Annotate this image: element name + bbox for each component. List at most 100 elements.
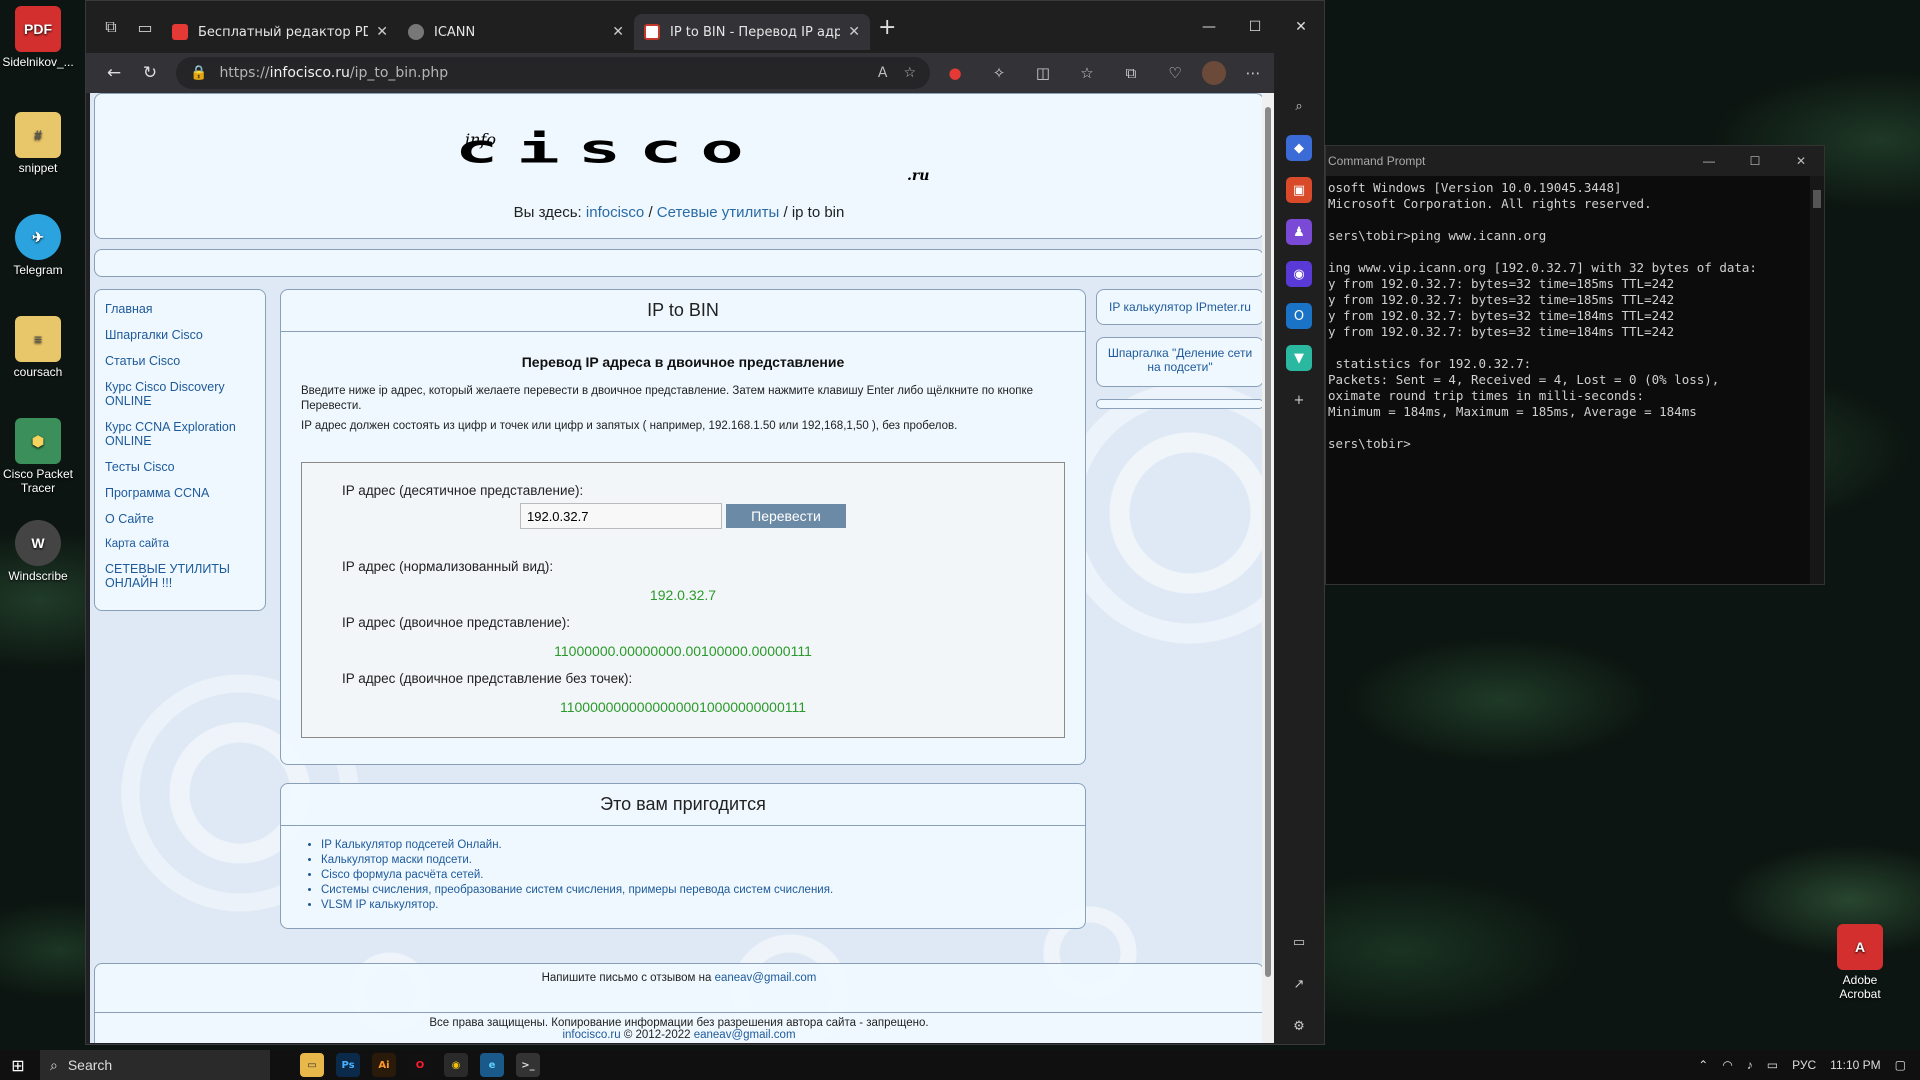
desktop-icon-coursach[interactable]: ≡ coursach bbox=[0, 316, 76, 379]
back-icon[interactable]: ← bbox=[96, 57, 132, 89]
ip-address-input[interactable] bbox=[520, 503, 722, 529]
menu-item-tests[interactable]: Тесты Cisco bbox=[105, 460, 255, 474]
drop-icon[interactable]: ▼ bbox=[1286, 345, 1312, 371]
sidebar-layout-icon[interactable]: ▭ bbox=[1286, 929, 1312, 955]
logo-main-text: cisco bbox=[455, 125, 762, 172]
menu-item-exploration-course[interactable]: Курс CCNA Exploration ONLINE bbox=[105, 420, 255, 448]
close-tab-icon[interactable]: ✕ bbox=[376, 24, 388, 40]
menu-item-cheatsheets[interactable]: Шпаргалки Cisco bbox=[105, 328, 255, 342]
menu-item-ccna-program[interactable]: Программа CCNA bbox=[105, 486, 255, 500]
edge-icon[interactable]: e bbox=[480, 1053, 504, 1077]
extensions-icon[interactable]: ✧ bbox=[982, 59, 1016, 87]
tab-pdf-editor[interactable]: Бесплатный редактор PDF-фай ✕ bbox=[162, 14, 398, 50]
terminal-titlebar[interactable]: Command Prompt — ☐ ✕ bbox=[1326, 146, 1824, 176]
open-external-icon[interactable]: ↗ bbox=[1286, 971, 1312, 997]
address-bar[interactable]: 🔒 https://infocisco.ru/ip_to_bin.php A ☆ bbox=[176, 57, 930, 89]
games-icon[interactable]: ♟ bbox=[1286, 219, 1312, 245]
terminal-scrollbar[interactable] bbox=[1810, 176, 1824, 584]
minimize-icon[interactable]: — bbox=[1686, 154, 1732, 168]
footer-email-link[interactable]: eaneav@gmail.com bbox=[694, 1029, 796, 1041]
maximize-icon[interactable]: ☐ bbox=[1732, 154, 1778, 168]
chrome-icon[interactable]: ◉ bbox=[444, 1053, 468, 1077]
desktop-icon-adobe-acrobat[interactable]: A Adobe Acrobat bbox=[1822, 924, 1898, 1001]
useful-link-subnet-calculator[interactable]: IP Калькулятор подсетей Онлайн. bbox=[321, 838, 1085, 853]
useful-link-vlsm[interactable]: VLSM IP калькулятор. bbox=[321, 898, 1085, 913]
page-scrollbar[interactable] bbox=[1262, 93, 1274, 1043]
favorite-star-icon[interactable]: ☆ bbox=[903, 65, 916, 81]
desktop-icon-pdf-file[interactable]: PDF Sidelnikov_... bbox=[0, 6, 76, 69]
minimize-icon[interactable]: — bbox=[1186, 19, 1232, 35]
useful-link-number-systems[interactable]: Системы счисления, преобразование систем… bbox=[321, 883, 1085, 898]
menu-item-sitemap[interactable]: Карта сайта bbox=[105, 538, 255, 550]
profile-avatar[interactable] bbox=[1202, 61, 1226, 85]
photoshop-icon[interactable]: Ps bbox=[336, 1053, 360, 1077]
settings-gear-icon[interactable]: ⚙ bbox=[1286, 1013, 1312, 1039]
footer-site-link[interactable]: infocisco.ru bbox=[562, 1029, 620, 1041]
more-options-icon[interactable]: ⋯ bbox=[1236, 59, 1270, 87]
site-logo[interactable]: info cisco .ru bbox=[455, 129, 929, 190]
copilot-app-icon[interactable]: ◉ bbox=[1286, 261, 1312, 287]
menu-item-about[interactable]: О Сайте bbox=[105, 512, 255, 526]
useful-link-mask-calculator[interactable]: Калькулятор маски подсети. bbox=[321, 853, 1085, 868]
refresh-icon[interactable]: ↻ bbox=[132, 57, 168, 89]
desktop-icon-label: coursach bbox=[13, 365, 63, 379]
menu-item-articles[interactable]: Статьи Cisco bbox=[105, 354, 255, 368]
notifications-icon[interactable]: ▢ bbox=[1895, 1058, 1906, 1072]
battery-icon[interactable]: ▭ bbox=[1767, 1058, 1778, 1072]
wifi-icon[interactable]: ◠ bbox=[1722, 1058, 1732, 1072]
add-sidebar-app-icon[interactable]: + bbox=[1286, 387, 1312, 413]
maximize-icon[interactable]: ☐ bbox=[1232, 19, 1278, 35]
subnetting-cheatsheet-link[interactable]: Шпаргалка "Деление сети на подсети" bbox=[1103, 346, 1257, 374]
useful-link-cisco-formula[interactable]: Cisco формула расчёта сетей. bbox=[321, 868, 1085, 883]
close-icon[interactable]: ✕ bbox=[1278, 19, 1324, 35]
tools-icon[interactable]: ▣ bbox=[1286, 177, 1312, 203]
tab-icann[interactable]: ICANN ✕ bbox=[398, 14, 634, 50]
desktop-icon-snippet[interactable]: # snippet bbox=[0, 112, 76, 175]
desktop-icon-telegram[interactable]: ✈ Telegram bbox=[0, 214, 76, 277]
close-tab-icon[interactable]: ✕ bbox=[848, 24, 860, 40]
browser-window: ⧉ ▭ Бесплатный редактор PDF-фай ✕ ICANN … bbox=[85, 0, 1325, 1045]
taskbar-search[interactable]: ⌕ Search bbox=[40, 1050, 270, 1080]
tab-ip-to-bin[interactable]: IP to BIN - Перевод IP адреса в ✕ bbox=[634, 14, 870, 50]
volume-icon[interactable]: ♪ bbox=[1747, 1058, 1753, 1072]
convert-button[interactable]: Перевести bbox=[726, 504, 846, 528]
terminal-output[interactable]: osoft Windows [Version 10.0.19045.3448] … bbox=[1326, 176, 1824, 576]
language-indicator[interactable]: РУС bbox=[1792, 1058, 1816, 1072]
telegram-icon: ✈ bbox=[15, 214, 61, 260]
opera-icon[interactable]: O bbox=[408, 1053, 432, 1077]
workspaces-icon[interactable]: ⧉ bbox=[94, 10, 128, 44]
command-prompt-window[interactable]: Command Prompt — ☐ ✕ osoft Windows [Vers… bbox=[1325, 145, 1825, 585]
new-tab-icon[interactable]: + bbox=[878, 15, 896, 40]
illustrator-icon[interactable]: Ai bbox=[372, 1053, 396, 1077]
outlook-icon[interactable]: O bbox=[1286, 303, 1312, 329]
desktop-icon-windscribe[interactable]: W Windscribe bbox=[0, 520, 76, 583]
file-explorer-icon[interactable]: ▭ bbox=[300, 1053, 324, 1077]
desktop-icon-cisco-packet-tracer[interactable]: ⬢ Cisco Packet Tracer bbox=[0, 418, 76, 495]
menu-item-home[interactable]: Главная bbox=[105, 302, 255, 316]
search-icon[interactable]: ⌕ bbox=[1286, 93, 1312, 119]
breadcrumb-link-home[interactable]: infocisco bbox=[586, 204, 644, 221]
favorites-icon[interactable]: ☆ bbox=[1070, 59, 1104, 87]
footer-years: © 2012-2022 bbox=[623, 1029, 691, 1041]
ipmeter-link[interactable]: IP калькулятор IPmeter.ru bbox=[1097, 300, 1263, 314]
adblock-extension-icon[interactable]: ● bbox=[938, 59, 972, 87]
read-aloud-icon[interactable]: A bbox=[878, 65, 888, 81]
windows-start-icon[interactable]: ⊞ bbox=[0, 1050, 36, 1080]
menu-item-discovery-course[interactable]: Курс Cisco Discovery ONLINE bbox=[105, 380, 255, 408]
performance-icon[interactable]: ♡ bbox=[1158, 59, 1192, 87]
feedback-email-link[interactable]: eaneav@gmail.com bbox=[715, 972, 817, 984]
split-screen-icon[interactable]: ◫ bbox=[1026, 59, 1060, 87]
close-tab-icon[interactable]: ✕ bbox=[612, 24, 624, 40]
binary-value: 11000000.00000000.00100000.00000111 bbox=[554, 643, 812, 659]
tray-chevron-icon[interactable]: ⌃ bbox=[1698, 1058, 1708, 1072]
clock[interactable]: 11:10 PM bbox=[1830, 1058, 1880, 1072]
tab-actions-icon[interactable]: ▭ bbox=[128, 10, 162, 44]
close-icon[interactable]: ✕ bbox=[1778, 154, 1824, 168]
shopping-tag-icon[interactable]: ◆ bbox=[1286, 135, 1312, 161]
lock-icon[interactable]: 🔒 bbox=[190, 65, 207, 81]
search-placeholder: Search bbox=[67, 1057, 113, 1073]
terminal-icon[interactable]: >_ bbox=[516, 1053, 540, 1077]
collections-icon[interactable]: ⧉ bbox=[1114, 59, 1148, 87]
menu-item-network-utilities[interactable]: СЕТЕВЫЕ УТИЛИТЫ ОНЛАЙН !!! bbox=[105, 562, 255, 590]
breadcrumb-link-utilities[interactable]: Сетевые утилиты bbox=[657, 204, 780, 221]
